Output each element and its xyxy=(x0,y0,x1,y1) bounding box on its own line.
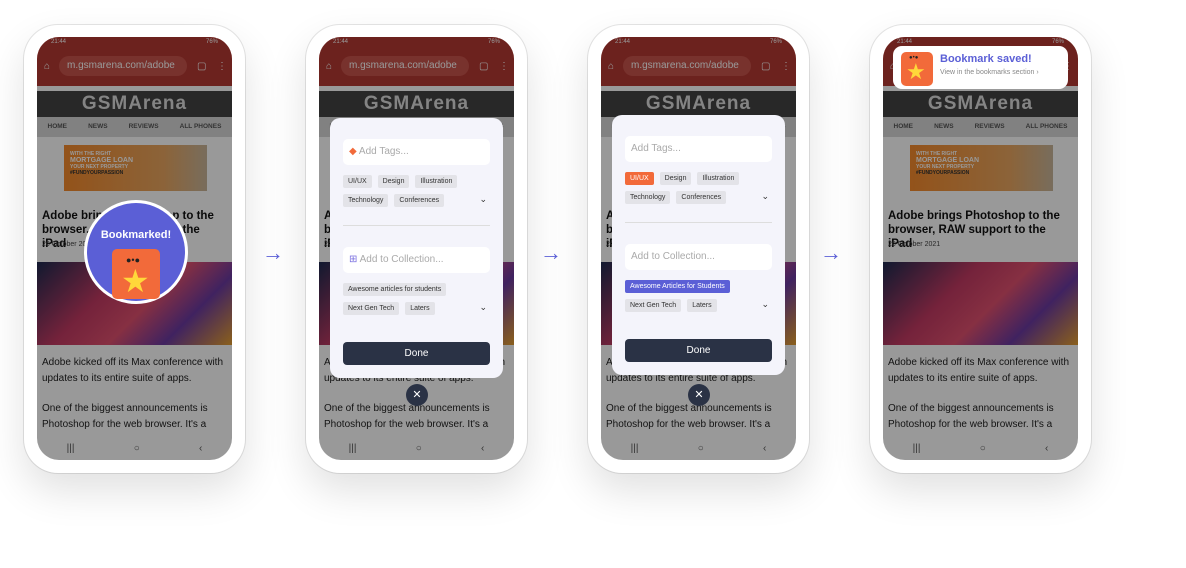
bookmark-mascot-icon: ●•● ★ xyxy=(112,249,160,299)
arrow-right-icon: → xyxy=(820,240,842,265)
add-collection-input[interactable]: ⊞ Add to Collection... xyxy=(343,247,490,273)
tag-chip[interactable]: Technology xyxy=(625,191,671,204)
collection-chip[interactable]: Laters xyxy=(405,302,435,315)
phone-step-4: 21:4476% ⌂ m.gsmarena.com/adobe ▢ ⋮ GSMA… xyxy=(870,25,1091,473)
chevron-down-icon[interactable]: ⌄ xyxy=(761,191,769,202)
chevron-down-icon[interactable]: ⌄ xyxy=(479,302,487,313)
phone-screen: 21:4476% ⌂ m.gsmarena.com/adobe ▢ ⋮ GSMA… xyxy=(37,37,232,460)
phone-screen: 21:4476% ⌂ m.gsmarena.com/adobe ▢ ⋮ GSMA… xyxy=(883,37,1078,460)
collection-list: Awesome Articles for Students Next Gen T… xyxy=(625,280,765,312)
tag-chip[interactable]: Illustration xyxy=(415,175,458,188)
collection-chip[interactable]: Awesome articles for students xyxy=(343,283,447,296)
phone-step-3: 21:44 76% ⌂ m.gsmarena.com/adobe ▢ ⋮ GSMA… xyxy=(588,25,809,473)
close-icon[interactable]: ✕ xyxy=(688,384,710,406)
collection-chip[interactable]: Laters xyxy=(687,299,717,312)
divider xyxy=(343,225,490,226)
tag-chip[interactable]: Design xyxy=(659,172,692,185)
collection-chip[interactable]: Next Gen Tech xyxy=(625,299,682,312)
arrow-right-icon: → xyxy=(540,240,562,265)
bookmark-saved-toast[interactable]: ●•● ★ Bookmark saved! View in the bookmar… xyxy=(893,46,1068,89)
add-tags-input[interactable]: Add Tags... xyxy=(625,136,772,162)
add-tags-input[interactable]: ◆ Add Tags... xyxy=(343,139,490,165)
tag-list: UI/UX Design Illustration Technology Con… xyxy=(625,172,755,204)
phone-screen: 21:4476% ⌂ m.gsmarena.com/adobe ▢ ⋮ GSMA… xyxy=(319,37,514,460)
bookmark-mascot-icon: ●•● ★ xyxy=(901,52,933,86)
collection-chip[interactable]: Next Gen Tech xyxy=(343,302,400,315)
bookmark-modal: ◆ Add Tags... UI/UX Design Illustration … xyxy=(330,118,503,378)
tag-chip[interactable]: Conferences xyxy=(394,194,445,207)
tag-chip[interactable]: Illustration xyxy=(697,172,740,185)
bookmark-modal: Add Tags... UI/UX Design Illustration Te… xyxy=(612,115,785,375)
collection-icon: ⊞ xyxy=(349,254,360,265)
close-icon[interactable]: ✕ xyxy=(406,384,428,406)
phone-screen: 21:4476% ⌂ m.gsmarena.com/adobe ▢ ⋮ GSMA… xyxy=(601,37,796,460)
dim-overlay xyxy=(883,37,1078,460)
phone-step-2: 21:44 76% ⌂ m.gsmarena.com/adobe ▢ ⋮ GSMA… xyxy=(306,25,527,473)
collection-list: Awesome articles for students Next Gen T… xyxy=(343,283,473,315)
tag-chip[interactable]: Design xyxy=(377,175,410,188)
chevron-down-icon[interactable]: ⌄ xyxy=(761,299,769,310)
add-collection-input[interactable]: Add to Collection... xyxy=(625,244,772,270)
chevron-down-icon[interactable]: ⌄ xyxy=(479,194,487,205)
done-button[interactable]: Done xyxy=(343,342,490,365)
collection-chip-selected[interactable]: Awesome Articles for Students xyxy=(625,280,730,293)
phone-step-1: 21:44 76% ⌂ m.gsmarena.com/adobe ▢ ⋮ GSMA… xyxy=(24,25,245,473)
tag-chip[interactable]: UI/UX xyxy=(343,175,372,188)
tag-chip-selected[interactable]: UI/UX xyxy=(625,172,654,185)
toast-link[interactable]: View in the bookmarks section › xyxy=(940,69,1039,76)
done-button[interactable]: Done xyxy=(625,339,772,362)
divider xyxy=(625,222,772,223)
tag-icon: ◆ xyxy=(349,146,359,157)
bookmarked-badge: Bookmarked! ●•● ★ xyxy=(84,200,188,304)
bookmarked-label: Bookmarked! xyxy=(100,229,172,241)
tag-chip[interactable]: Technology xyxy=(343,194,389,207)
arrow-right-icon: → xyxy=(262,240,284,265)
tag-list: UI/UX Design Illustration Technology Con… xyxy=(343,175,473,207)
tag-chip[interactable]: Conferences xyxy=(676,191,727,204)
toast-title: Bookmark saved! xyxy=(940,53,1032,65)
